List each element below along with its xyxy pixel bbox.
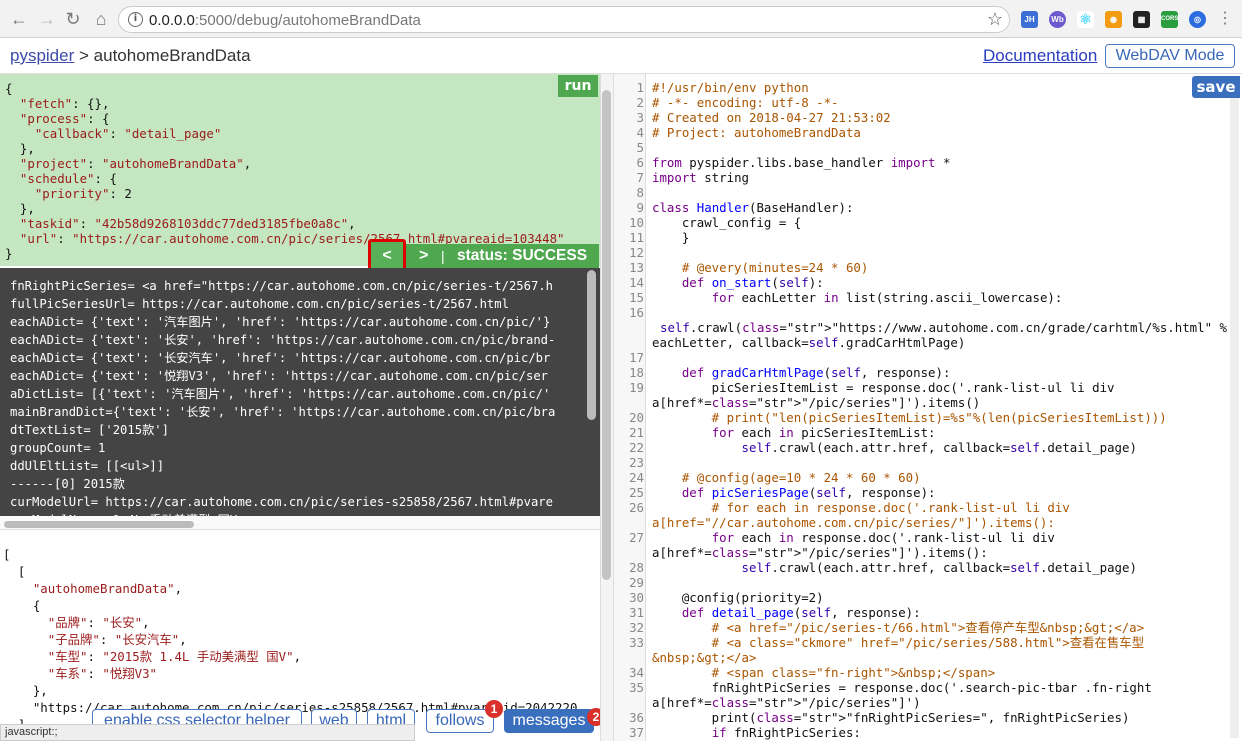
code-line: 9 class Handler(BaseHandler): (636, 200, 854, 215)
status-label: status: SUCCESS (457, 247, 588, 264)
console-output[interactable]: fnRightPicSeries= <a href="https://car.a… (0, 268, 600, 516)
console-scrollbar[interactable] (587, 270, 596, 420)
back-icon[interactable]: ← (8, 8, 30, 30)
code-line: 15 for eachLetter in list(string.ascii_l… (629, 290, 1063, 305)
code-line: 18 def gradCarHtmlPage(self, response): (629, 365, 951, 380)
code-line: 32 # <a href="/pic/series-t/66.html">查看停… (629, 620, 1145, 635)
webdav-mode-button[interactable]: WebDAV Mode (1105, 44, 1235, 68)
code-line: 22 self.crawl(each.attr.href, callback=s… (629, 440, 1137, 455)
code-line: 10 crawl_config = { (629, 215, 802, 230)
code-line: 29 (629, 575, 644, 590)
extension-wb-icon[interactable]: Wb (1049, 11, 1066, 28)
tab-follows[interactable]: follows 1 (426, 700, 503, 733)
code-line: 34 # <span class="fn-right">&nbsp;</span… (629, 665, 996, 680)
code-line: a[href*=class="str">"/pic/series"]').ite… (652, 545, 988, 560)
reload-icon[interactable]: ↻ (62, 8, 84, 30)
forward-icon[interactable]: → (36, 8, 58, 30)
breadcrumb: pyspider > autohomeBrandData (10, 46, 251, 65)
browser-toolbar: ← → ↻ ⌂ i 0.0.0.0:5000/debug/autohomeBra… (0, 0, 1242, 38)
code-line: 27 for each in response.doc('.rank-list-… (629, 530, 1055, 545)
code-line: a[href="//car.autohome.com.cn/pic/series… (652, 515, 1055, 530)
extension-cors-icon[interactable]: CORS (1161, 11, 1178, 28)
code-line: 4 # Project: autohomeBrandData (636, 125, 861, 140)
follows-count-badge: 1 (485, 700, 503, 718)
address-bar[interactable]: i 0.0.0.0:5000/debug/autohomeBrandData ☆ (118, 6, 1010, 33)
next-task-button[interactable]: > (419, 244, 428, 268)
code-line: 5 (636, 140, 644, 155)
code-line: a[href*=class="str">"/pic/series"]').ite… (652, 395, 981, 410)
code-line: 1 #!/usr/bin/env python (636, 80, 809, 95)
extension-react-icon[interactable]: ⚛ (1077, 11, 1094, 28)
code-line: 6 from pyspider.libs.base_handler import … (636, 155, 951, 170)
code-line: 25 def picSeriesPage(self, response): (629, 485, 936, 500)
console-horizontal-scrollbar[interactable] (4, 521, 194, 528)
app-header: pyspider > autohomeBrandData Documentati… (0, 39, 1242, 74)
code-line: 26 # for each in response.doc('.rank-lis… (629, 500, 1070, 515)
results-text: [ [ "autohomeBrandData", { "品牌": "长安", "… (3, 547, 578, 732)
code-line: 28 self.crawl(each.attr.href, callback=s… (629, 560, 1137, 575)
code-line: 14 def on_start(self): (629, 275, 824, 290)
code-line: 33 # <a class="ckmore" href="/pic/series… (629, 635, 1145, 650)
left-panel-scrollbar[interactable] (602, 90, 611, 580)
menu-dots-icon[interactable]: ⋮ (1214, 8, 1236, 30)
extension-chrome-icon[interactable]: ◎ (1189, 11, 1206, 28)
code-line: 17 (629, 350, 644, 365)
documentation-link[interactable]: Documentation (983, 46, 1097, 66)
tab-messages[interactable]: messages 2 (504, 708, 605, 733)
code-line: 12 (629, 245, 644, 260)
code-line: 2 # -*- encoding: utf-8 -*- (636, 95, 839, 110)
code-line: 30 @config(priority=2) (629, 590, 824, 605)
code-line: 36 print(class="str">"fnRightPicSeries="… (629, 710, 1130, 725)
code-line: 7 import string (636, 170, 749, 185)
code-line: 31 def detail_page(self, response): (629, 605, 921, 620)
console-text: fnRightPicSeries= <a href="https://car.a… (10, 279, 556, 516)
site-info-icon[interactable]: i (128, 12, 143, 27)
code-line: 3 # Created on 2018-04-27 21:53:02 (636, 110, 891, 125)
url-text: 0.0.0.0:5000/debug/autohomeBrandData (149, 12, 421, 29)
code-line: 13 # @every(minutes=24 * 60) (629, 260, 869, 275)
code-line: a[href*=class="str">"/pic/series"]') (652, 695, 921, 710)
task-status-bar: < > | status: SUCCESS (368, 239, 599, 272)
code-line: eachLetter, callback=self.gradCarHtmlPag… (652, 335, 966, 350)
code-line: 19 picSeriesItemList = response.doc('.ra… (629, 380, 1115, 395)
code-lines: 1 #!/usr/bin/env python 2 # -*- encoding: u… (614, 80, 1228, 740)
task-json-panel[interactable]: { "fetch": {}, "process": { "callback": … (0, 74, 600, 266)
extension-rss-icon[interactable]: ◉ (1105, 11, 1122, 28)
run-button[interactable]: run (558, 75, 598, 97)
code-editor[interactable]: 1 #!/usr/bin/env python 2 # -*- encoding: u… (614, 74, 1242, 741)
home-icon[interactable]: ⌂ (90, 8, 112, 30)
pyspider-home-link[interactable]: pyspider (10, 46, 74, 65)
save-button[interactable]: save (1192, 76, 1240, 98)
code-line: &nbsp;&gt;</a> (652, 650, 757, 665)
code-line: 20 # print("len(picSeriesItemList)=%s"%(… (629, 410, 1167, 425)
code-line: 11 } (629, 230, 690, 245)
bookmark-star-icon[interactable]: ☆ (987, 9, 1003, 30)
code-line: 23 (629, 455, 644, 470)
extension-qr-icon[interactable]: ▦ (1133, 11, 1150, 28)
editor-scrollbar[interactable] (1230, 98, 1239, 738)
code-line: 35 fnRightPicSeries = response.doc('.sea… (629, 680, 1152, 695)
code-line: 24 # @config(age=10 * 24 * 60 * 60) (629, 470, 921, 485)
project-name: autohomeBrandData (93, 46, 251, 65)
task-json: { "fetch": {}, "process": { "callback": … (5, 81, 565, 261)
extension-jh-icon[interactable]: JH (1021, 11, 1038, 28)
code-line: self.crawl(class="str">"https://www.auto… (660, 320, 1227, 335)
code-line: 8 (636, 185, 644, 200)
browser-status-url: javascript:; (0, 724, 415, 741)
code-line: 21 for each in picSeriesItemList: (629, 425, 936, 440)
code-line: 37 if fnRightPicSeries: (629, 725, 861, 740)
code-line: 16 (629, 305, 644, 320)
